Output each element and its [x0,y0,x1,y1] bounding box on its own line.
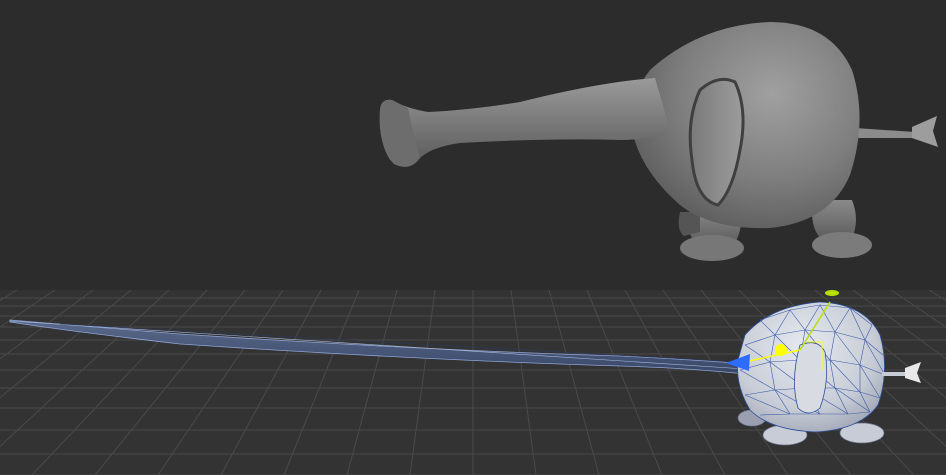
viewport-container [0,0,946,475]
shaded-scene-svg [379,22,938,261]
elephant-tail-wire [882,362,921,383]
viewport-bottom-wireframe[interactable] [0,290,946,475]
elephant-trunk [379,78,670,166]
elephant-wireframe-model[interactable] [9,301,921,446]
elephant-shaded-model[interactable] [379,22,938,261]
elephant-tail [855,116,938,147]
pivot-icon[interactable] [775,344,787,356]
move-y-handle-icon[interactable] [825,290,839,296]
viewport-top-shaded[interactable] [0,0,946,290]
wireframe-scene-svg [0,290,946,475]
